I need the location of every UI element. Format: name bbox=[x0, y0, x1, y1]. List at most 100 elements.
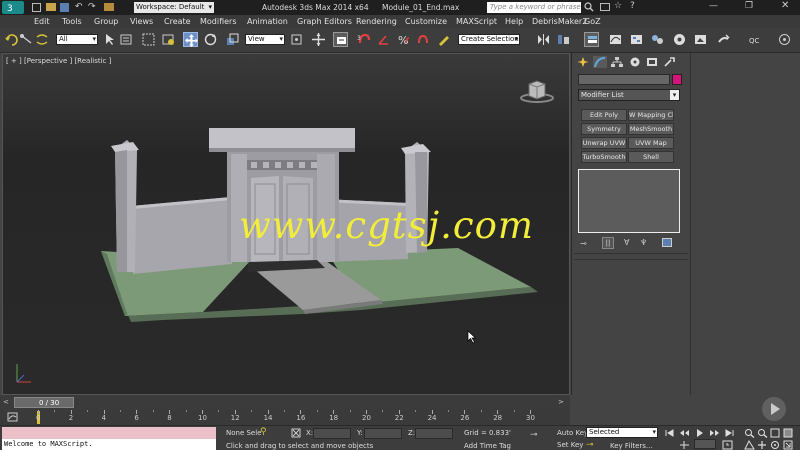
select-by-name-icon[interactable] bbox=[119, 32, 134, 47]
modifier-button-meshsmooth[interactable]: MeshSmooth bbox=[628, 123, 674, 135]
favorites-star-icon[interactable]: ☆ bbox=[614, 1, 622, 11]
orbit-icon[interactable] bbox=[770, 440, 781, 450]
display-tab-icon[interactable] bbox=[645, 56, 659, 68]
select-and-move-icon[interactable] bbox=[183, 32, 198, 47]
menu-modifiers[interactable]: Modifiers bbox=[200, 17, 237, 26]
zoom-all-icon[interactable] bbox=[757, 428, 768, 438]
object-color-swatch[interactable] bbox=[672, 74, 682, 85]
modifier-button-uvw-mapping-clear[interactable]: W Mapping Cl bbox=[628, 109, 674, 121]
keyboard-shortcut-override-icon[interactable] bbox=[333, 32, 348, 47]
maxscript-listener-output[interactable]: Welcome to MAXScript. bbox=[2, 439, 216, 450]
play-icon[interactable] bbox=[694, 428, 705, 438]
help-icon[interactable]: ? bbox=[630, 1, 635, 11]
add-time-tag-button[interactable]: Add Time Tag bbox=[464, 442, 511, 450]
configure-modifier-sets-icon[interactable] bbox=[662, 238, 672, 247]
maxscript-listener-pink[interactable] bbox=[2, 427, 216, 439]
pivot-center-icon[interactable] bbox=[289, 32, 304, 47]
app-logo-icon[interactable]: 3 bbox=[2, 1, 24, 14]
layer-manager-icon[interactable] bbox=[584, 32, 599, 47]
angle-snap-icon[interactable] bbox=[376, 32, 391, 47]
selected-set-dropdown[interactable]: Selected bbox=[586, 427, 658, 438]
edit-named-selection-icon[interactable] bbox=[437, 32, 452, 47]
mirror-icon[interactable] bbox=[536, 32, 551, 47]
maximize-viewport-icon[interactable] bbox=[783, 440, 794, 450]
menu-create[interactable]: Create bbox=[164, 17, 191, 26]
rendered-frame-window-icon[interactable] bbox=[693, 32, 708, 47]
hierarchy-tab-icon[interactable] bbox=[610, 56, 624, 68]
menu-customize[interactable]: Customize bbox=[405, 17, 447, 26]
selection-lock-icon[interactable]: ⚲ bbox=[260, 427, 267, 437]
go-to-start-icon[interactable] bbox=[664, 428, 675, 438]
time-slider-right-arrow[interactable]: > bbox=[558, 398, 564, 406]
motion-tab-icon[interactable] bbox=[628, 56, 642, 68]
set-keys-icon[interactable]: ⊸ bbox=[586, 440, 594, 450]
object-name-field[interactable] bbox=[578, 74, 670, 85]
auto-key-button[interactable]: Auto Key bbox=[557, 429, 588, 437]
time-configuration-icon[interactable] bbox=[722, 440, 733, 450]
select-and-scale-icon[interactable] bbox=[225, 32, 240, 47]
toolbar-overflow-icon[interactable] bbox=[777, 32, 792, 47]
time-slider[interactable]: 0 / 30 bbox=[14, 397, 74, 408]
pin-stack-icon[interactable]: ⊸ bbox=[580, 239, 587, 248]
show-end-result-icon[interactable]: || bbox=[602, 237, 614, 249]
y-coordinate-field[interactable] bbox=[364, 428, 402, 439]
field-of-view-icon[interactable] bbox=[744, 440, 755, 450]
quick-access-open-icon[interactable] bbox=[46, 3, 56, 11]
modifier-button-symmetry[interactable]: Symmetry bbox=[581, 123, 627, 135]
schematic-view-icon[interactable] bbox=[629, 32, 644, 47]
spinner-snap-icon[interactable] bbox=[415, 32, 430, 47]
create-tab-icon[interactable] bbox=[576, 56, 590, 68]
menu-group[interactable]: Group bbox=[94, 17, 118, 26]
search-input[interactable]: Type a keyword or phrase bbox=[487, 2, 581, 13]
modifier-button-turbosmooth[interactable]: TurboSmooth bbox=[581, 151, 627, 163]
material-editor-icon[interactable] bbox=[650, 32, 665, 47]
select-and-manipulate-icon[interactable] bbox=[311, 32, 326, 47]
quick-access-undo-icon[interactable]: ↶ bbox=[75, 2, 83, 12]
minimize-icon[interactable]: — bbox=[709, 1, 718, 11]
workspace-dropdown[interactable]: Workspace: Default ▾ bbox=[134, 2, 214, 13]
modify-tab-icon[interactable] bbox=[593, 56, 607, 68]
unlink-icon[interactable] bbox=[35, 32, 50, 47]
next-frame-icon[interactable] bbox=[709, 428, 720, 438]
menu-goz[interactable]: GoZ bbox=[584, 17, 601, 26]
mini-curve-editor-icon[interactable] bbox=[7, 412, 18, 422]
render-setup-icon[interactable] bbox=[672, 32, 687, 47]
render-production-icon[interactable] bbox=[716, 32, 731, 47]
menu-rendering[interactable]: Rendering bbox=[356, 17, 397, 26]
search-icon[interactable] bbox=[584, 2, 594, 12]
select-object-icon[interactable] bbox=[102, 32, 117, 47]
quick-access-project-icon[interactable] bbox=[104, 3, 114, 11]
modifier-list-dropdown[interactable]: Modifier List ▾ bbox=[578, 89, 680, 101]
menu-animation[interactable]: Animation bbox=[247, 17, 288, 26]
remove-modifier-icon[interactable]: ♆ bbox=[640, 238, 647, 247]
current-frame-field[interactable] bbox=[694, 439, 716, 449]
modifier-stack-list[interactable] bbox=[578, 169, 680, 233]
curve-editor-icon[interactable] bbox=[608, 32, 623, 47]
menu-debrismaker2[interactable]: DebrisMaker2 bbox=[532, 17, 587, 26]
menu-views[interactable]: Views bbox=[130, 17, 153, 26]
go-to-end-icon[interactable] bbox=[724, 428, 735, 438]
modifier-button-unwrap-uvw[interactable]: Unwrap UVW bbox=[581, 137, 627, 149]
select-and-rotate-icon[interactable] bbox=[203, 32, 218, 47]
named-selection-dropdown[interactable]: Create Selection Se bbox=[458, 34, 520, 45]
menu-maxscript[interactable]: MAXScript bbox=[456, 17, 497, 26]
make-unique-icon[interactable]: ∀ bbox=[624, 238, 629, 247]
z-coordinate-field[interactable] bbox=[415, 428, 453, 439]
perspective-viewport[interactable]: [ + ] [Perspective ] [Realistic ] www.cg… bbox=[2, 53, 570, 395]
pan-view-icon[interactable] bbox=[757, 440, 768, 450]
align-icon[interactable] bbox=[556, 32, 571, 47]
key-filters-button[interactable]: Key Filters... bbox=[610, 442, 653, 450]
set-key-button[interactable]: Set Key bbox=[557, 441, 583, 449]
zoom-extents-icon[interactable] bbox=[770, 428, 781, 438]
previous-frame-icon[interactable] bbox=[679, 428, 690, 438]
absolute-mode-icon[interactable] bbox=[291, 428, 301, 438]
quick-access-save-icon[interactable] bbox=[60, 3, 69, 12]
quick-access-redo-icon[interactable]: ↷ bbox=[88, 2, 96, 12]
utilities-tab-icon[interactable] bbox=[662, 56, 676, 68]
modifier-button-edit-poly[interactable]: Edit Poly bbox=[581, 109, 627, 121]
window-crossing-icon[interactable] bbox=[161, 32, 176, 47]
modifier-button-uvw-map[interactable]: UVW Map bbox=[628, 137, 674, 149]
time-slider-left-arrow[interactable]: < bbox=[3, 398, 9, 406]
key-mode-icon[interactable]: ⊸ bbox=[530, 430, 538, 440]
rectangular-selection-icon[interactable] bbox=[141, 32, 156, 47]
